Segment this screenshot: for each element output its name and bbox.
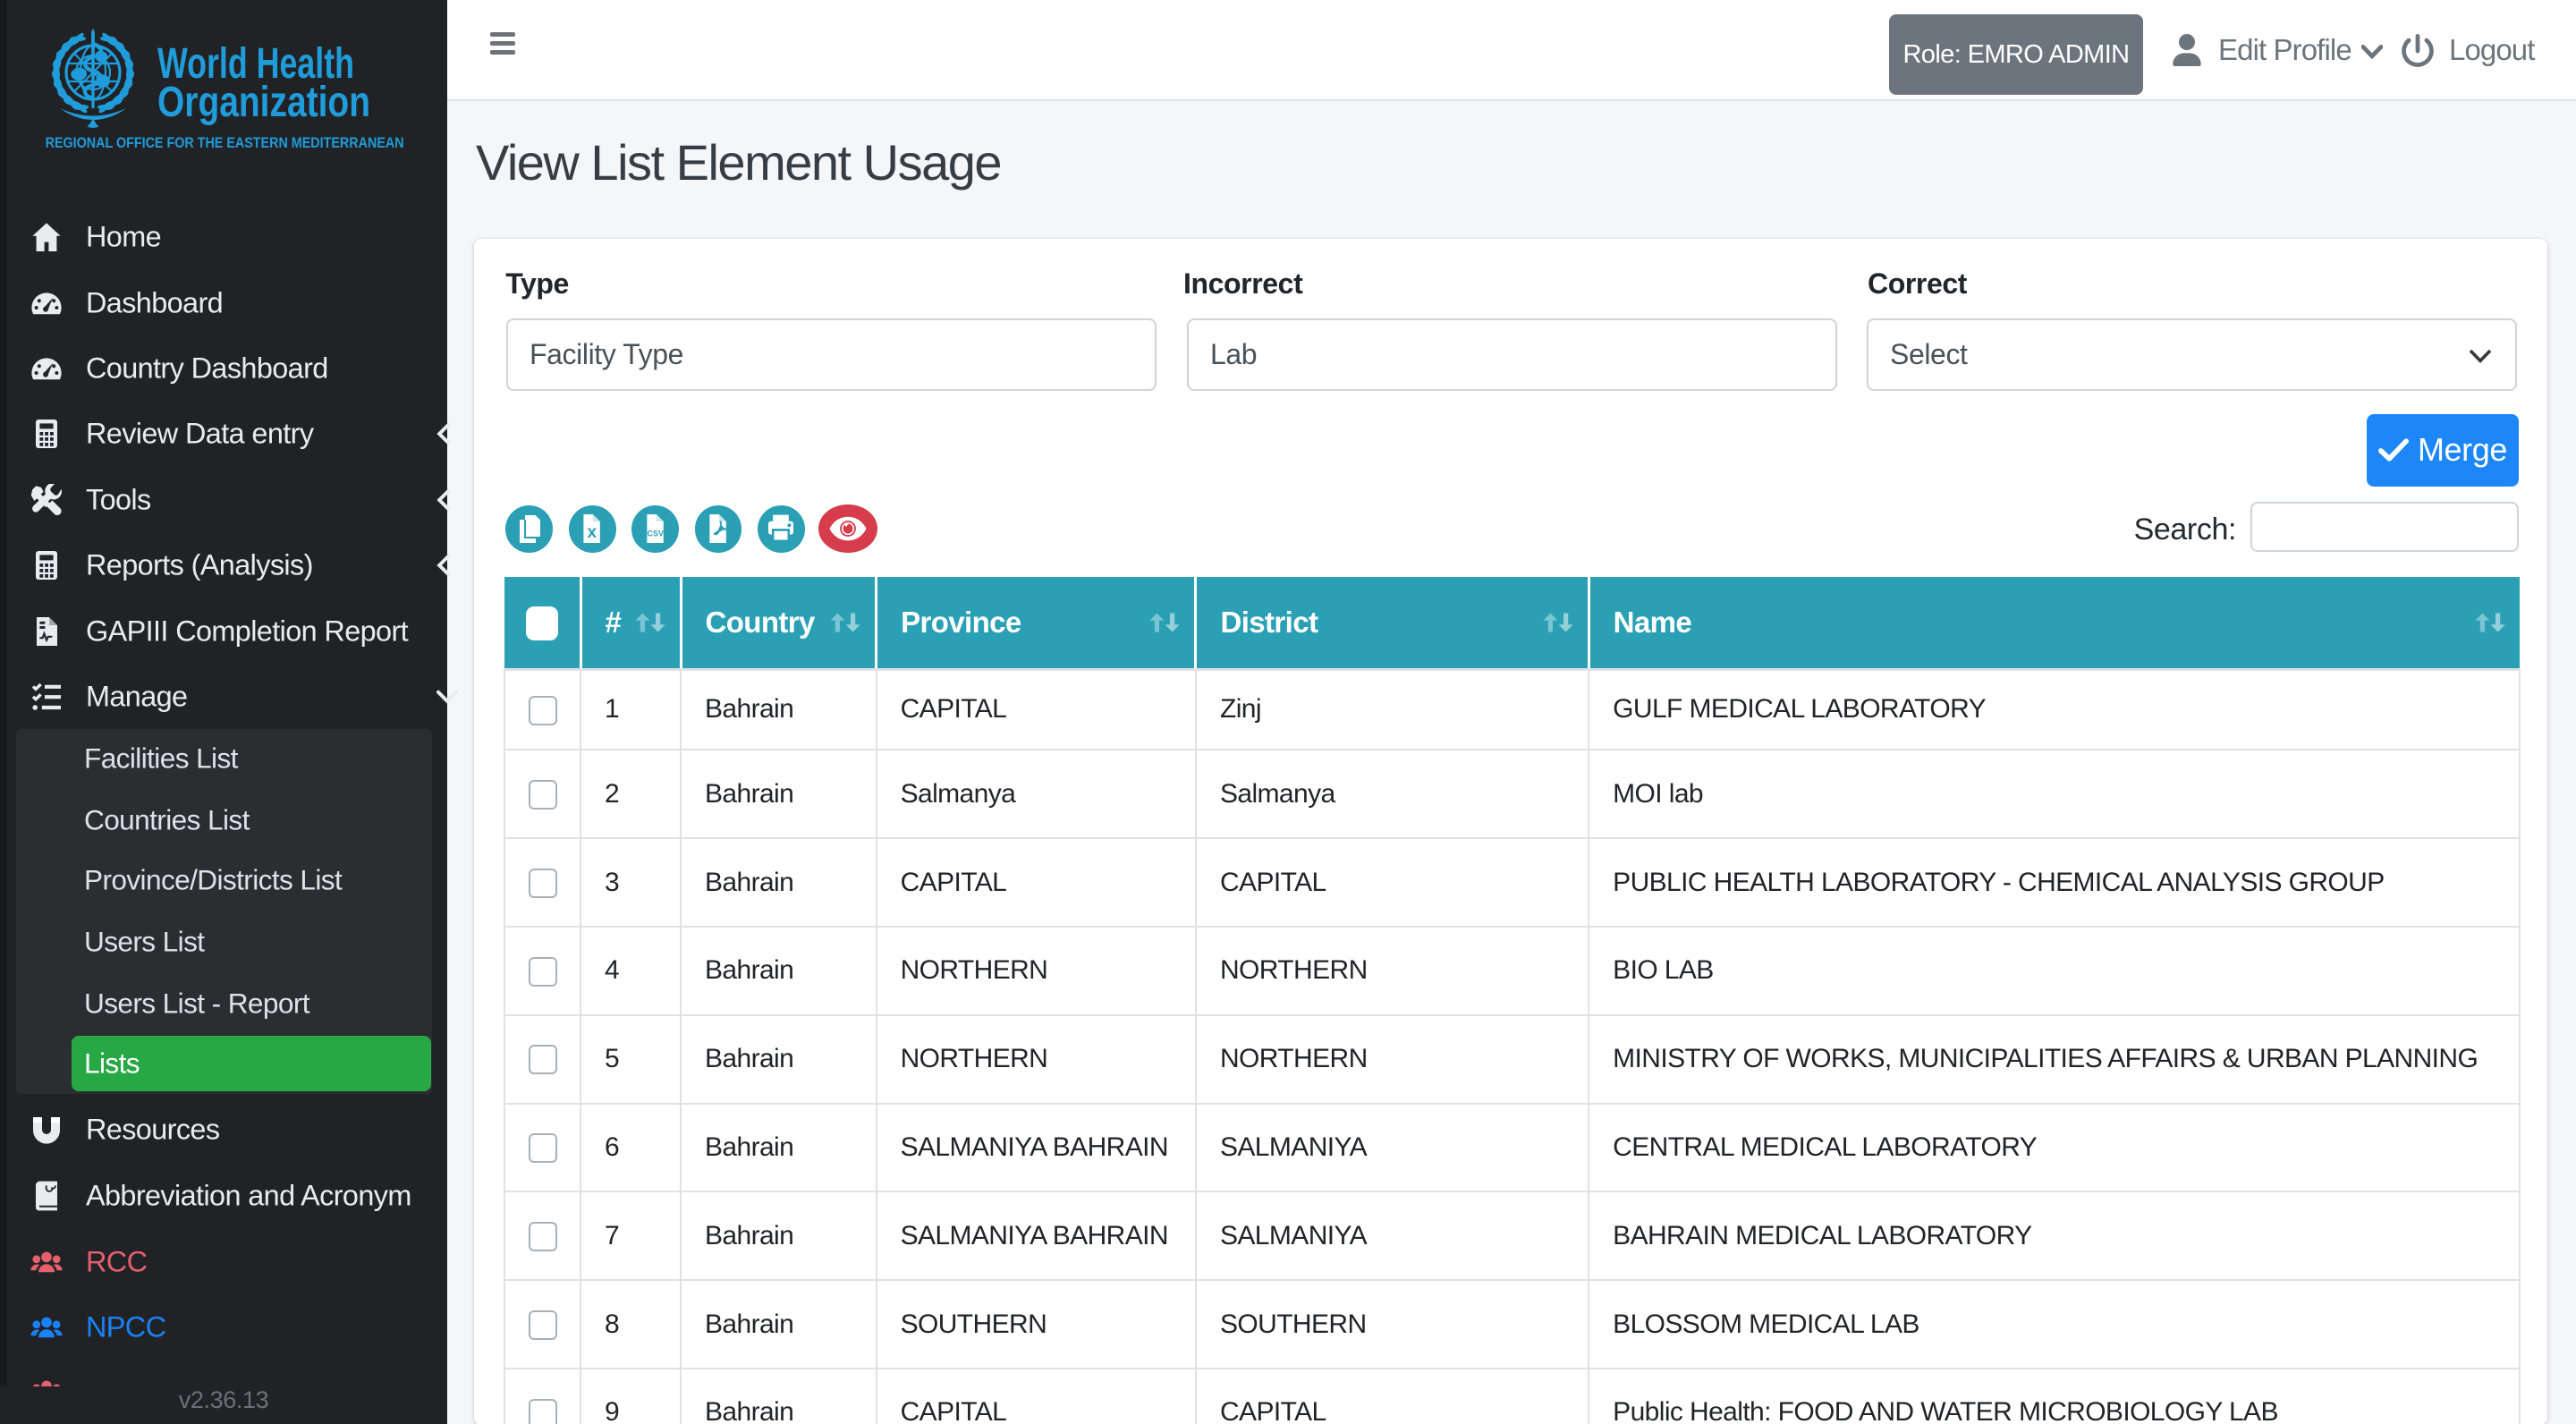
svg-text:x: x <box>588 524 597 543</box>
svg-text:REGIONAL OFFICE FOR THE EASTER: REGIONAL OFFICE FOR THE EASTERN MEDITERR… <box>46 134 404 151</box>
svg-text:Organization: Organization <box>157 79 370 126</box>
svg-text:CSV: CSV <box>647 530 664 538</box>
